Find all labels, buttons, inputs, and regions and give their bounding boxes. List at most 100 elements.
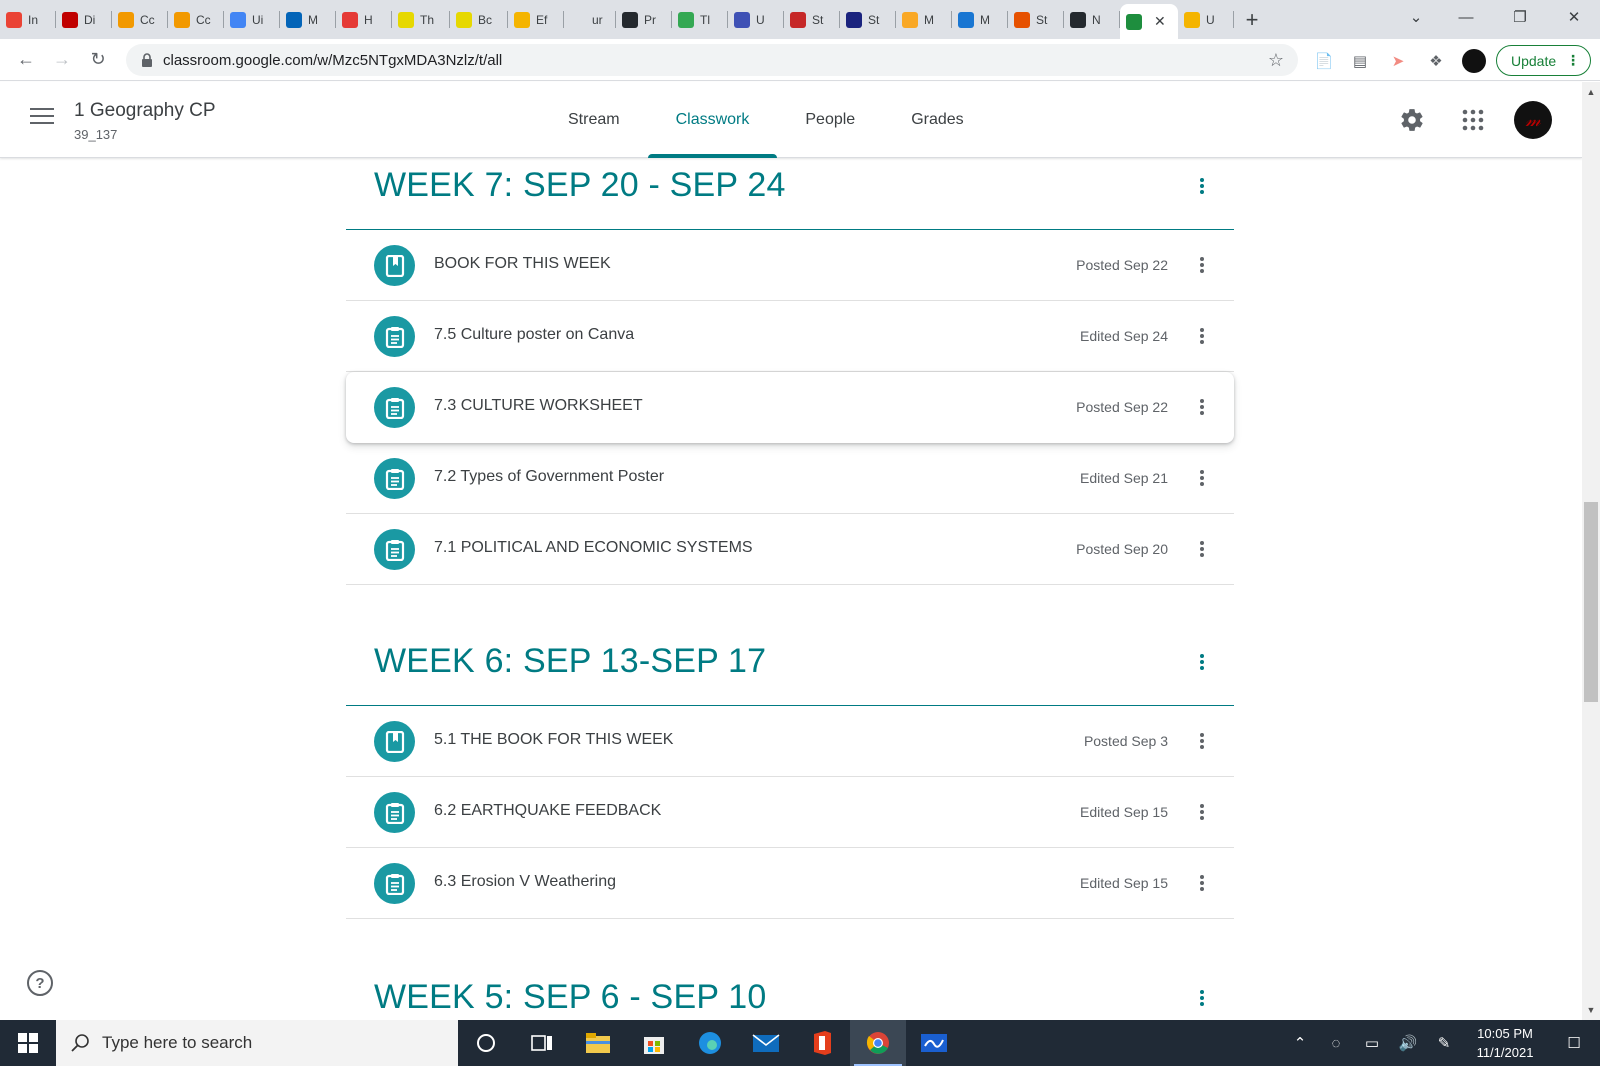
browser-tab[interactable]: In xyxy=(0,0,56,39)
browser-tab[interactable]: Ef xyxy=(508,0,564,39)
bookmark-star-icon[interactable]: ☆ xyxy=(1268,50,1284,71)
topic-more-options-icon[interactable] xyxy=(1192,652,1212,672)
forward-button[interactable]: → xyxy=(44,42,80,78)
classwork-item[interactable]: 7.3 CULTURE WORKSHEET Posted Sep 22 xyxy=(346,372,1234,443)
browser-tab[interactable]: Th xyxy=(392,0,450,39)
restore-button[interactable]: ❐ xyxy=(1496,0,1544,34)
topic-title[interactable]: WEEK 6: SEP 13-SEP 17 xyxy=(374,642,766,681)
address-bar[interactable]: classroom.google.com/w/Mzc5NTgxMDA3Nzlz/… xyxy=(126,44,1298,76)
tab-search-icon[interactable]: ⌄ xyxy=(1392,0,1440,34)
document-extension-icon[interactable]: 📄 xyxy=(1312,49,1336,73)
browser-tab[interactable]: ur xyxy=(564,0,616,39)
file-explorer-icon[interactable] xyxy=(570,1020,626,1066)
classwork-item-title: 7.5 Culture poster on Canva xyxy=(434,326,635,343)
new-tab-button[interactable]: + xyxy=(1234,0,1270,39)
browser-tab[interactable]: M xyxy=(280,0,336,39)
cast-extension-icon[interactable]: ➤ xyxy=(1386,49,1410,73)
close-window-button[interactable]: ✕ xyxy=(1550,0,1598,34)
office-icon[interactable] xyxy=(794,1020,850,1066)
browser-tab[interactable]: Pr xyxy=(616,0,672,39)
windows-start-icon[interactable] xyxy=(0,1020,56,1066)
task-view-icon[interactable] xyxy=(514,1020,570,1066)
pen-icon[interactable]: ✎ xyxy=(1426,1020,1462,1066)
browser-tab[interactable]: ✕ xyxy=(1120,4,1178,39)
classwork-item[interactable]: 6.3 Erosion V Weathering Edited Sep 15 xyxy=(346,848,1234,919)
browser-tab-label: Ui xyxy=(252,12,264,27)
close-tab-icon[interactable]: ✕ xyxy=(1154,13,1166,30)
wifi-icon[interactable]: ◌ xyxy=(1318,1020,1354,1066)
assignment-icon xyxy=(374,458,415,499)
item-more-options-icon[interactable] xyxy=(1192,397,1212,417)
back-button[interactable]: ← xyxy=(8,42,44,78)
settings-gear-icon[interactable] xyxy=(1398,106,1426,134)
item-more-options-icon[interactable] xyxy=(1192,873,1212,893)
gear-icon xyxy=(514,11,530,28)
mail-icon[interactable] xyxy=(738,1020,794,1066)
item-more-options-icon[interactable] xyxy=(1192,326,1212,346)
browser-profile-avatar[interactable] xyxy=(1462,49,1486,73)
help-icon[interactable]: ? xyxy=(27,970,53,996)
browser-tab[interactable]: Cc xyxy=(168,0,224,39)
topic-section: WEEK 5: SEP 6 - SEP 10 xyxy=(346,970,1234,1020)
chrome-icon[interactable] xyxy=(850,1020,906,1066)
item-more-options-icon[interactable] xyxy=(1192,468,1212,488)
browser-tab-label: Cc xyxy=(196,12,211,27)
browser-tab[interactable]: M xyxy=(952,0,1008,39)
page-scrollbar[interactable]: ▲ ▼ xyxy=(1582,82,1600,1020)
update-button[interactable]: Update ⋮ xyxy=(1496,45,1591,76)
browser-tab[interactable]: Ui xyxy=(224,0,280,39)
browser-tab[interactable]: Tl xyxy=(672,0,728,39)
classwork-item[interactable]: 7.1 POLITICAL AND ECONOMIC SYSTEMS Posted… xyxy=(346,514,1234,585)
classwork-item[interactable]: 5.1 THE BOOK FOR THIS WEEK Posted Sep 3 xyxy=(346,706,1234,777)
notifications-icon[interactable]: ☐ xyxy=(1548,1020,1600,1066)
browser-tab[interactable]: St xyxy=(784,0,840,39)
tab-stream[interactable]: Stream xyxy=(540,82,648,158)
taskbar-search-box[interactable]: Type here to search xyxy=(56,1020,458,1066)
classwork-item[interactable]: 6.2 EARTHQUAKE FEEDBACK Edited Sep 15 xyxy=(346,777,1234,848)
tab-grades[interactable]: Grades xyxy=(883,82,991,158)
browser-tab[interactable]: Di xyxy=(56,0,112,39)
browser-tab[interactable]: Bc xyxy=(450,0,508,39)
topic-title[interactable]: WEEK 7: SEP 20 - SEP 24 xyxy=(374,166,786,205)
scroll-up-arrow[interactable]: ▲ xyxy=(1582,84,1600,100)
browser-tab[interactable]: St xyxy=(840,0,896,39)
item-more-options-icon[interactable] xyxy=(1192,802,1212,822)
whiteboard-icon[interactable] xyxy=(906,1020,962,1066)
topic-title[interactable]: WEEK 5: SEP 6 - SEP 10 xyxy=(374,978,766,1017)
volume-icon[interactable]: 🔊 xyxy=(1390,1020,1426,1066)
item-more-options-icon[interactable] xyxy=(1192,731,1212,751)
class-name[interactable]: 1 Geography CP xyxy=(74,100,216,122)
topic-more-options-icon[interactable] xyxy=(1192,988,1212,1008)
assignment-icon xyxy=(374,863,415,904)
reload-button[interactable]: ↻ xyxy=(80,42,116,78)
apps-grid-icon[interactable] xyxy=(1459,106,1487,134)
tab-classwork[interactable]: Classwork xyxy=(647,82,778,158)
browser-tab[interactable]: Cc xyxy=(112,0,168,39)
minimize-button[interactable]: — xyxy=(1442,0,1490,34)
classwork-item[interactable]: 7.2 Types of Government Poster Edited Sep… xyxy=(346,443,1234,514)
topic-more-options-icon[interactable] xyxy=(1192,176,1212,196)
extensions-puzzle-icon[interactable]: ❖ xyxy=(1424,49,1448,73)
cortana-icon[interactable] xyxy=(458,1020,514,1066)
browser-tab[interactable]: M xyxy=(896,0,952,39)
classwork-item[interactable]: BOOK FOR THIS WEEK Posted Sep 22 xyxy=(346,230,1234,301)
tab-people[interactable]: People xyxy=(777,82,883,158)
browser-tab[interactable]: U xyxy=(728,0,784,39)
scroll-thumb[interactable] xyxy=(1584,502,1598,702)
taskbar-clock[interactable]: 10:05 PM 11/1/2021 xyxy=(1462,1024,1548,1062)
chevron-up-icon[interactable]: ⌃ xyxy=(1282,1020,1318,1066)
browser-tab[interactable]: U xyxy=(1178,0,1234,39)
battery-icon[interactable]: ▭ xyxy=(1354,1020,1390,1066)
scroll-down-arrow[interactable]: ▼ xyxy=(1582,1002,1600,1018)
chat-extension-icon[interactable]: ▤ xyxy=(1348,49,1372,73)
item-more-options-icon[interactable] xyxy=(1192,255,1212,275)
browser-tab[interactable]: H xyxy=(336,0,392,39)
classwork-item[interactable]: 7.5 Culture poster on Canva Edited Sep 24 xyxy=(346,301,1234,372)
main-menu-icon[interactable] xyxy=(30,108,54,126)
item-more-options-icon[interactable] xyxy=(1192,539,1212,559)
edge-icon[interactable] xyxy=(682,1020,738,1066)
browser-tab[interactable]: N xyxy=(1064,0,1120,39)
account-avatar[interactable]: 𝓂 xyxy=(1514,101,1552,139)
store-icon[interactable] xyxy=(626,1020,682,1066)
browser-tab[interactable]: St xyxy=(1008,0,1064,39)
